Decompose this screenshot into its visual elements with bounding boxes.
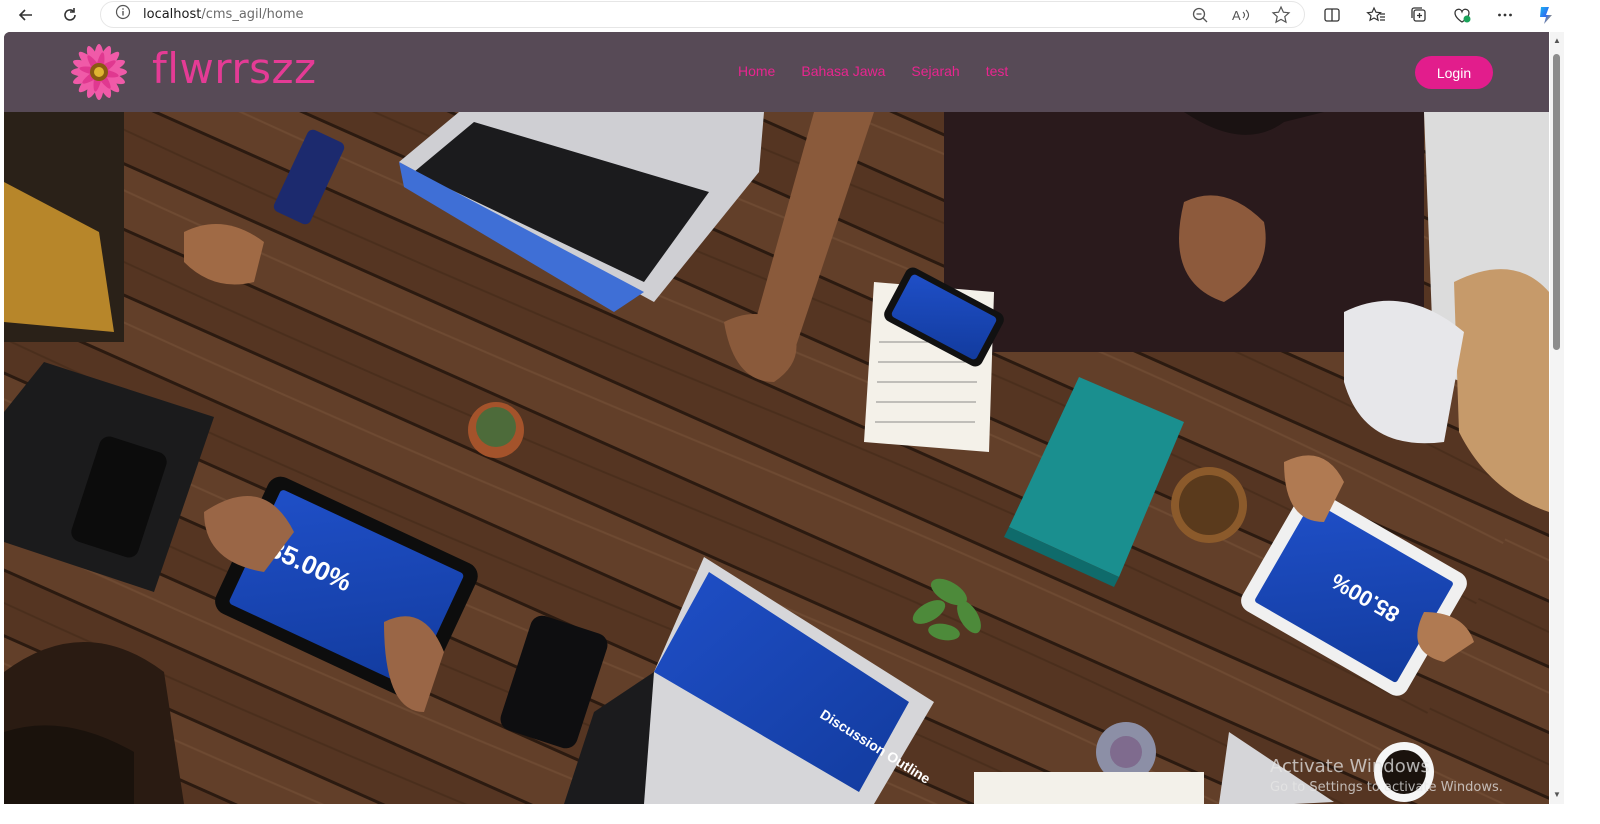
scroll-down-icon[interactable]: ▼	[1552, 790, 1562, 800]
browser-essentials-icon[interactable]	[1448, 1, 1476, 29]
pink-flower-logo[interactable]	[67, 40, 131, 104]
overhead-team-meeting-photo: 85.00% Discussion Outline 85.00%	[4, 112, 1549, 804]
nav-home[interactable]: Home	[738, 63, 775, 79]
watermark-line-2: Go to Settings to activate Windows.	[1270, 780, 1503, 795]
main-nav: Home Bahasa Jawa Sejarah test	[738, 63, 1008, 79]
page-viewport: 85.00% Discussion Outline 85.00% flwrrsz…	[4, 32, 1549, 804]
scroll-thumb[interactable]	[1553, 54, 1560, 350]
svg-text:A: A	[1232, 8, 1241, 23]
login-button[interactable]: Login	[1415, 56, 1493, 89]
windows-activation-watermark: Activate Windows Go to Settings to activ…	[1270, 756, 1503, 795]
favorites-icon[interactable]	[1362, 1, 1390, 29]
window-bottom-edge	[0, 804, 1600, 824]
zoom-out-icon[interactable]	[1191, 6, 1209, 29]
page-scrollbar[interactable]: ▲ ▼	[1550, 32, 1564, 804]
address-bar[interactable]: localhost/cms_agil/home A	[100, 1, 1305, 28]
collections-icon[interactable]	[1405, 1, 1433, 29]
reload-icon[interactable]	[56, 1, 84, 29]
star-icon[interactable]	[1271, 5, 1291, 30]
nav-bahasa-jawa[interactable]: Bahasa Jawa	[801, 63, 885, 79]
back-arrow-icon[interactable]	[12, 1, 40, 29]
url-host: localhost	[143, 7, 202, 22]
nav-sejarah[interactable]: Sejarah	[911, 63, 959, 79]
nav-test[interactable]: test	[986, 63, 1009, 79]
hero-image: 85.00% Discussion Outline 85.00%	[4, 112, 1549, 804]
info-icon[interactable]	[115, 4, 131, 25]
copilot-icon[interactable]	[1532, 1, 1560, 29]
url-text[interactable]: localhost/cms_agil/home	[143, 7, 304, 22]
scroll-up-icon[interactable]: ▲	[1552, 36, 1562, 46]
read-aloud-icon[interactable]: A	[1231, 6, 1251, 29]
more-icon[interactable]	[1491, 1, 1519, 29]
brand-name[interactable]: flwrrszz	[152, 44, 317, 93]
split-screen-icon[interactable]	[1318, 1, 1346, 29]
watermark-line-1: Activate Windows	[1270, 756, 1430, 777]
browser-toolbar: localhost/cms_agil/home A	[0, 0, 1600, 30]
url-path: /cms_agil/home	[201, 7, 304, 22]
site-navbar: flwrrszz Home Bahasa Jawa Sejarah test L…	[4, 32, 1549, 112]
